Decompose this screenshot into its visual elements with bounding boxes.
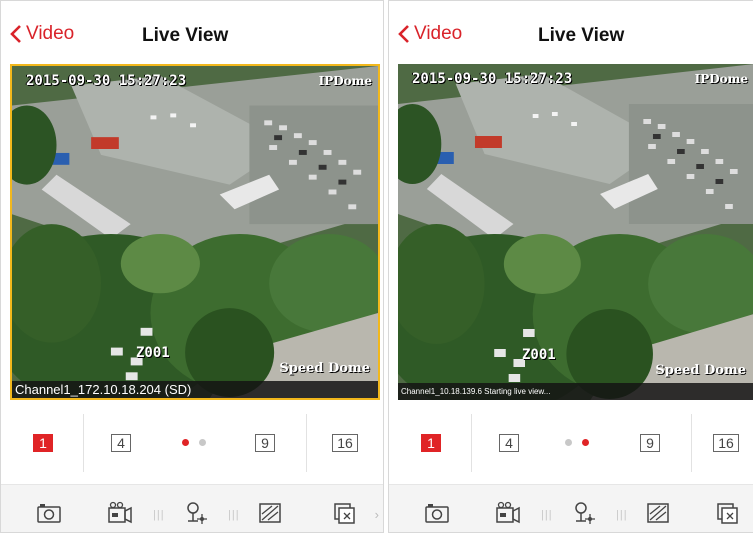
ptz-control-icon[interactable]: [572, 501, 598, 525]
stop-all-icon[interactable]: [714, 501, 740, 525]
page-indicator: [182, 439, 206, 447]
phone-screen-left: Video Live View 2015-09-30 15:27:23 IPDo…: [0, 0, 384, 533]
toolbar-separator: |||: [541, 509, 553, 521]
phone-screen-right: Video Live View 2015-09-30 15:27:23 IPDo…: [388, 0, 753, 533]
camera-snapshot-icon[interactable]: [36, 501, 62, 525]
osd-camera-type: Speed Dome: [655, 363, 746, 378]
osd-camera-name: IPDome: [318, 74, 372, 88]
layout-9-button[interactable]: 9: [255, 434, 275, 452]
divider: [306, 414, 307, 472]
osd-timestamp: 2015-09-30 15:27:23: [26, 73, 187, 89]
chevron-left-icon: [398, 25, 409, 43]
back-button[interactable]: Video: [398, 23, 462, 45]
stop-all-icon[interactable]: [331, 501, 357, 525]
layout-selector: 1 4 9 16: [389, 412, 753, 478]
camera-snapshot-icon[interactable]: [424, 501, 450, 525]
back-button[interactable]: Video: [10, 23, 74, 45]
layout-4-button[interactable]: 4: [499, 434, 519, 452]
back-label: Video: [414, 23, 463, 44]
toolbar-separator: |||: [153, 509, 165, 521]
camera-feed-image: [398, 64, 753, 400]
layout-1-button[interactable]: 1: [421, 434, 441, 452]
channel-status-bar: Channel1_10.18.139.6 Starting live view.…: [398, 383, 753, 400]
bottom-toolbar: ||| |||: [389, 484, 753, 532]
page-title: Live View: [538, 25, 625, 46]
image-quality-icon[interactable]: [257, 501, 283, 525]
camera-feed-image: [12, 66, 378, 398]
back-label: Video: [26, 23, 75, 44]
osd-timestamp: 2015-09-30 15:27:23: [412, 71, 573, 87]
layout-selector: 1 4 9 16: [1, 412, 383, 478]
channel-status-bar: Channel1_172.10.18.204 (SD): [12, 381, 378, 398]
divider: [83, 414, 84, 472]
image-quality-icon[interactable]: [645, 501, 671, 525]
nav-bar: Video Live View: [389, 1, 753, 63]
page-indicator: [565, 439, 589, 447]
chevron-right-icon[interactable]: ›: [375, 507, 379, 522]
page-dot-2: [582, 439, 589, 446]
ptz-control-icon[interactable]: [184, 501, 210, 525]
osd-camera-name: IPDome: [694, 72, 748, 86]
page-dot-1: [182, 439, 189, 446]
layout-16-button[interactable]: 16: [332, 434, 358, 452]
toolbar-separator: |||: [616, 509, 628, 521]
divider: [471, 414, 472, 472]
divider: [691, 414, 692, 472]
video-record-icon[interactable]: [107, 501, 133, 525]
live-video-view[interactable]: 2015-09-30 15:27:23 IPDome Z001 Speed Do…: [10, 64, 380, 400]
nav-bar: Video Live View: [1, 1, 383, 63]
page-title: Live View: [142, 25, 229, 46]
video-record-icon[interactable]: [495, 501, 521, 525]
osd-camera-type: Speed Dome: [279, 361, 370, 376]
osd-zoom: Z001: [136, 345, 170, 361]
layout-16-button[interactable]: 16: [713, 434, 739, 452]
toolbar-separator: |||: [228, 509, 240, 521]
layout-9-button[interactable]: 9: [640, 434, 660, 452]
bottom-toolbar: ||| ||| ›: [1, 484, 383, 532]
layout-4-button[interactable]: 4: [111, 434, 131, 452]
chevron-left-icon: [10, 25, 21, 43]
layout-1-button[interactable]: 1: [33, 434, 53, 452]
osd-zoom: Z001: [522, 347, 556, 363]
page-dot-2: [199, 439, 206, 446]
page-dot-1: [565, 439, 572, 446]
live-video-view[interactable]: 2015-09-30 15:27:23 IPDome Z001 Speed Do…: [398, 64, 753, 400]
